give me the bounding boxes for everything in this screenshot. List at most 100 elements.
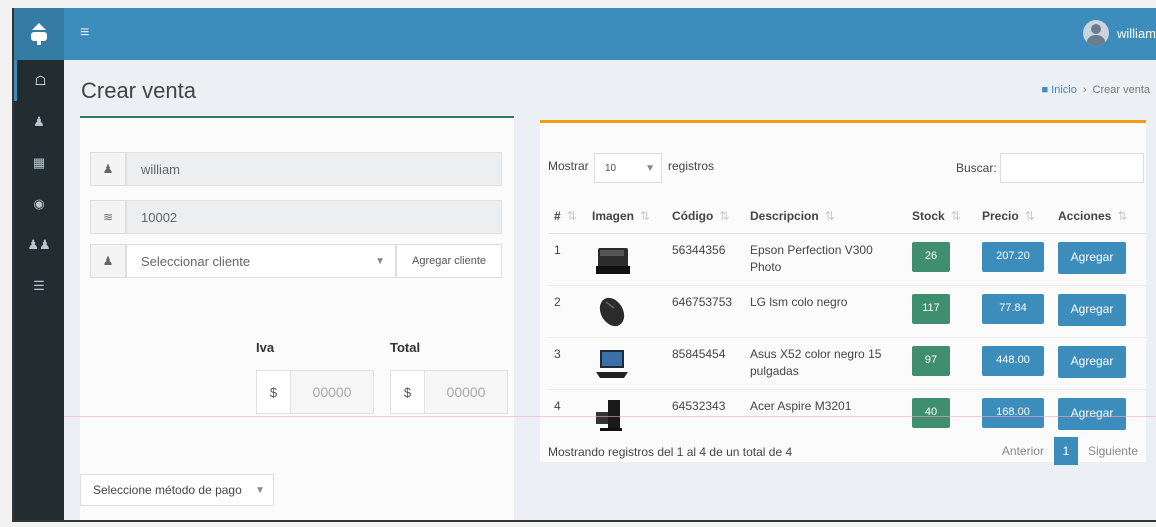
- iva-field[interactable]: $ 00000: [256, 370, 374, 414]
- product-image: [586, 388, 666, 441]
- payment-method-select[interactable]: Seleccione método de pago ▼: [80, 474, 274, 506]
- client-row: ♟ Seleccionar cliente ▼ Agregar cliente: [90, 244, 502, 278]
- iva-label: Iva: [256, 340, 275, 355]
- show-label: Mostrar: [548, 159, 589, 173]
- product-image: [586, 232, 666, 285]
- column-header[interactable]: Código ⇅: [666, 199, 744, 234]
- sidebar: ☖ ♟ ▦ ◉ ♟♟ ☰: [14, 60, 64, 520]
- price-cell: 77.84: [976, 284, 1052, 337]
- price-badge: 168.00: [982, 397, 1044, 428]
- users-icon[interactable]: ♟♟: [14, 224, 64, 265]
- breadcrumb: ■ Inicio › Crear venta: [1041, 84, 1150, 96]
- currency-symbol: $: [391, 371, 425, 413]
- column-header[interactable]: Descripcion ⇅: [744, 199, 906, 234]
- table-row: 3 85845454 Asus X52 color negro 15 pulga…: [548, 336, 1146, 389]
- row-number: 1: [548, 232, 586, 285]
- price-cell: 448.00: [976, 336, 1052, 389]
- chevron-down-icon: ▼: [255, 484, 265, 496]
- product-icon[interactable]: ◉: [14, 183, 64, 224]
- breadcrumb-current: Crear venta: [1092, 84, 1150, 96]
- stock-badge: 40: [912, 397, 950, 428]
- column-header[interactable]: # ⇅: [548, 199, 586, 234]
- avatar: [1083, 20, 1109, 46]
- search-input[interactable]: [1000, 153, 1144, 183]
- total-value[interactable]: 00000: [425, 371, 507, 413]
- users-icon: ♟: [90, 244, 126, 278]
- product-code: 64532343: [666, 388, 744, 441]
- add-product-button[interactable]: Agregar: [1058, 397, 1126, 430]
- price-badge: 77.84: [982, 293, 1044, 324]
- breadcrumb-separator: ›: [1082, 84, 1087, 96]
- stock-cell: 40: [906, 388, 976, 441]
- table-row: 1 56344356 Epson Perfection V300 Photo 2…: [548, 232, 1146, 285]
- stock-badge: 97: [912, 345, 950, 376]
- main-content: Crear venta ■ Inicio › Crear venta ♟ wil…: [64, 60, 1156, 520]
- product-description: Epson Perfection V300 Photo: [744, 232, 906, 285]
- user-menu[interactable]: william: [1083, 20, 1156, 46]
- iva-value[interactable]: 00000: [291, 371, 373, 413]
- product-code: 646753753: [666, 284, 744, 337]
- search-label: Buscar:: [956, 161, 997, 175]
- price-badge: 448.00: [982, 345, 1044, 376]
- sale-code-field[interactable]: 10002: [126, 200, 502, 234]
- action-cell: Agregar: [1052, 284, 1146, 337]
- product-image: [586, 284, 666, 337]
- app-window: ≡ william ☖ ♟ ▦ ◉ ♟♟ ☰ Crear venta ■ Ini…: [12, 8, 1156, 522]
- logo-icon: [31, 23, 47, 45]
- home-icon[interactable]: ☖: [14, 60, 64, 101]
- price-cell: 207.20: [976, 232, 1052, 285]
- client-select[interactable]: Seleccionar cliente ▼: [126, 244, 396, 278]
- page-length-value: 10: [605, 162, 617, 174]
- page-title: Crear venta: [81, 78, 196, 103]
- price-cell: 168.00: [976, 388, 1052, 441]
- user-icon[interactable]: ♟: [14, 101, 64, 142]
- seller-row: ♟ william: [90, 152, 502, 186]
- price-badge: 207.20: [982, 241, 1044, 272]
- laptop-image: [596, 349, 628, 378]
- seller-field[interactable]: william: [126, 152, 502, 186]
- table-row: 4 64532343 Acer Aspire M3201 40 168.00 A…: [548, 388, 1146, 441]
- breadcrumb-home[interactable]: ■ Inicio: [1041, 84, 1076, 96]
- next-page-link[interactable]: Siguiente: [1088, 444, 1138, 458]
- user-name: william: [1117, 25, 1156, 41]
- menu-toggle-icon[interactable]: ≡: [80, 24, 89, 42]
- stock-cell: 117: [906, 284, 976, 337]
- products-panel: Mostrar 10 ▼ registros Buscar: # ⇅ Imagen…: [540, 120, 1146, 465]
- column-header[interactable]: Stock ⇅: [906, 199, 976, 234]
- column-header[interactable]: Acciones ⇅: [1052, 199, 1146, 234]
- stock-badge: 117: [912, 293, 950, 324]
- product-description: LG lsm colo negro: [744, 284, 906, 337]
- product-image: [586, 336, 666, 389]
- total-label: Total: [390, 340, 421, 355]
- currency-symbol: $: [257, 371, 291, 413]
- add-product-button[interactable]: Agregar: [1058, 293, 1126, 326]
- product-description: Acer Aspire M3201: [744, 388, 906, 441]
- page-button[interactable]: 1: [1053, 437, 1078, 465]
- add-product-button[interactable]: Agregar: [1058, 345, 1126, 378]
- total-field[interactable]: $ 00000: [390, 370, 508, 414]
- add-client-button[interactable]: Agregar cliente: [396, 244, 502, 278]
- column-header[interactable]: Precio ⇅: [976, 199, 1052, 234]
- table-info: Mostrando registros del 1 al 4 de un tot…: [548, 445, 793, 459]
- products-table: # ⇅ Imagen ⇅ Código ⇅ Descripcion ⇅ Stock ⇅ P…: [548, 199, 1146, 441]
- row-number: 2: [548, 284, 586, 337]
- list-icon[interactable]: ☰: [14, 265, 64, 306]
- divider-line: [64, 416, 1156, 417]
- action-cell: Agregar: [1052, 388, 1146, 441]
- previous-page-link[interactable]: Anterior: [1002, 444, 1044, 458]
- table-header-row: # ⇅ Imagen ⇅ Código ⇅ Descripcion ⇅ Stock ⇅ P…: [548, 199, 1146, 234]
- payment-method-value: Seleccione método de pago: [93, 483, 242, 497]
- chevron-down-icon: ▼: [375, 255, 385, 267]
- column-header[interactable]: Imagen ⇅: [586, 199, 666, 234]
- page-length-select[interactable]: 10 ▼: [594, 153, 662, 183]
- grid-icon[interactable]: ▦: [14, 142, 64, 183]
- logo[interactable]: [14, 8, 64, 60]
- add-product-button[interactable]: Agregar: [1058, 241, 1126, 274]
- product-code: 56344356: [666, 232, 744, 285]
- chevron-down-icon: ▼: [645, 162, 655, 174]
- sale-form-panel: ♟ william ≋ 10002 ♟ Seleccionar cliente …: [80, 116, 514, 520]
- records-label: registros: [668, 159, 715, 173]
- action-cell: Agregar: [1052, 232, 1146, 285]
- row-number: 3: [548, 336, 586, 389]
- top-navbar: ≡ william: [14, 8, 1156, 60]
